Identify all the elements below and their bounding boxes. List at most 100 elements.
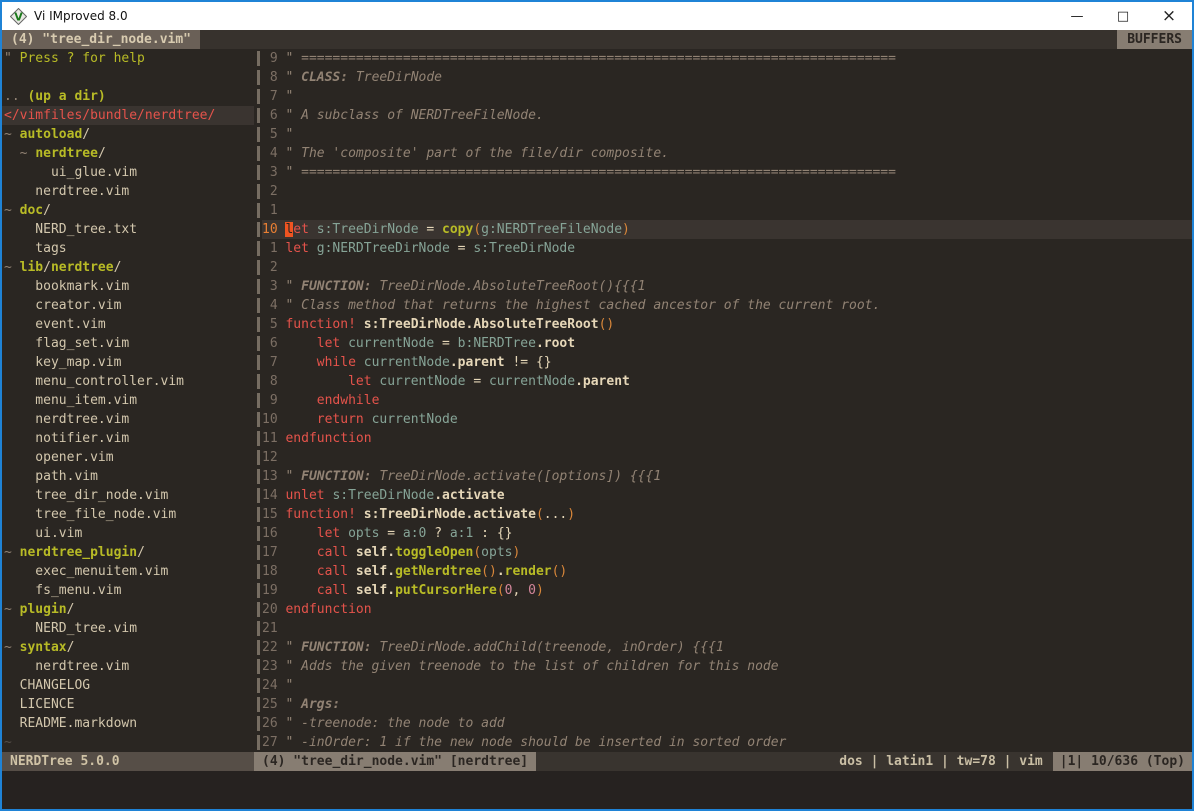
code-line[interactable]: 23" Adds the given treenode to the list … bbox=[262, 657, 1192, 676]
text-segment: exec_menuitem.vim bbox=[4, 564, 168, 579]
tree-item[interactable]: nerdtree.vim bbox=[2, 182, 254, 201]
text-segment: LICENCE bbox=[4, 697, 74, 712]
tree-item[interactable]: LICENCE bbox=[2, 695, 254, 714]
tree-item[interactable]: ~ syntax/ bbox=[2, 638, 254, 657]
code-line[interactable]: 7" bbox=[262, 87, 1192, 106]
tree-item[interactable]: ui.vim bbox=[2, 524, 254, 543]
code-line[interactable]: 10let s:TreeDirNode = copy(g:NERDTreeFil… bbox=[262, 220, 1192, 239]
text-segment: nerdtree.vim bbox=[4, 412, 129, 427]
code-line[interactable]: 5function! s:TreeDirNode.AbsoluteTreeRoo… bbox=[262, 315, 1192, 334]
text-segment: ~ bbox=[4, 127, 20, 142]
tree-item[interactable]: nerdtree.vim bbox=[2, 657, 254, 676]
nerdtree-panel: " Press ? for help .. (up a dir)</vimfile… bbox=[2, 49, 254, 752]
code-line[interactable]: 9 endwhile bbox=[262, 391, 1192, 410]
code-line[interactable]: 16 let opts = a:0 ? a:1 : {} bbox=[262, 524, 1192, 543]
code-line[interactable]: 10 return currentNode bbox=[262, 410, 1192, 429]
tree-item[interactable]: ~ nerdtree_plugin/ bbox=[2, 543, 254, 562]
tree-item[interactable]: bookmark.vim bbox=[2, 277, 254, 296]
code-line[interactable]: 17 call self.toggleOpen(opts) bbox=[262, 543, 1192, 562]
code-line[interactable]: 6" A subclass of NERDTreeFileNode. bbox=[262, 106, 1192, 125]
code-line[interactable]: 24" bbox=[262, 676, 1192, 695]
tab-tree-dir-node[interactable]: (4) "tree_dir_node.vim" bbox=[2, 30, 200, 49]
code-line[interactable]: 4" Class method that returns the highest… bbox=[262, 296, 1192, 315]
tree-item[interactable]: creator.vim bbox=[2, 296, 254, 315]
text-segment: " ======================================… bbox=[285, 165, 895, 180]
maximize-button[interactable]: □ bbox=[1100, 2, 1146, 30]
code-line[interactable]: 21 bbox=[262, 619, 1192, 638]
text-segment: creator.vim bbox=[4, 298, 121, 313]
tree-item[interactable]: ui_glue.vim bbox=[2, 163, 254, 182]
tree-item[interactable]: .. (up a dir) bbox=[2, 87, 254, 106]
text-segment: : {} bbox=[473, 526, 512, 541]
text-segment bbox=[364, 412, 372, 427]
code-line[interactable]: 8 let currentNode = currentNode.parent bbox=[262, 372, 1192, 391]
code-line[interactable]: 12 bbox=[262, 448, 1192, 467]
tabline: (4) "tree_dir_node.vim" BUFFERS bbox=[2, 30, 1192, 49]
code-line[interactable]: 1 bbox=[262, 201, 1192, 220]
tree-item[interactable]: NERD_tree.txt bbox=[2, 220, 254, 239]
tree-item[interactable]: menu_controller.vim bbox=[2, 372, 254, 391]
tree-item[interactable]: event.vim bbox=[2, 315, 254, 334]
tree-item[interactable]: flag_set.vim bbox=[2, 334, 254, 353]
tree-item[interactable]: tree_dir_node.vim bbox=[2, 486, 254, 505]
code-line[interactable]: 15function! s:TreeDirNode.activate(...) bbox=[262, 505, 1192, 524]
code-line[interactable]: 18 call self.getNerdtree().render() bbox=[262, 562, 1192, 581]
tree-item[interactable]: CHANGELOG bbox=[2, 676, 254, 695]
code-line[interactable]: 22" FUNCTION: TreeDirNode.addChild(treen… bbox=[262, 638, 1192, 657]
window-separator[interactable] bbox=[254, 49, 262, 752]
code-line[interactable]: 9" =====================================… bbox=[262, 49, 1192, 68]
code-line[interactable]: 1let g:NERDTreeDirNode = s:TreeDirNode bbox=[262, 239, 1192, 258]
tree-item[interactable]: ~ doc/ bbox=[2, 201, 254, 220]
tree-item[interactable]: README.markdown bbox=[2, 714, 254, 733]
tree-item[interactable]: ~ nerdtree/ bbox=[2, 144, 254, 163]
code-line[interactable]: 11endfunction bbox=[262, 429, 1192, 448]
line-number: 4 bbox=[262, 296, 285, 315]
text-segment: fs_menu.vim bbox=[4, 583, 121, 598]
tree-item[interactable]: path.vim bbox=[2, 467, 254, 486]
text-segment: / bbox=[137, 545, 145, 560]
tree-item[interactable]: " Press ? for help bbox=[2, 49, 254, 68]
code-line[interactable]: 8" CLASS: TreeDirNode bbox=[262, 68, 1192, 87]
code-line[interactable]: 27" -inOrder: 1 if the new node should b… bbox=[262, 733, 1192, 752]
code-line[interactable]: 6 let currentNode = b:NERDTree.root bbox=[262, 334, 1192, 353]
tree-item[interactable]: tree_file_node.vim bbox=[2, 505, 254, 524]
text-segment: nerdtree.vim bbox=[4, 184, 129, 199]
tree-item[interactable]: </vimfiles/bundle/nerdtree/ bbox=[2, 106, 254, 125]
code-line[interactable]: 3" FUNCTION: TreeDirNode.AbsoluteTreeRoo… bbox=[262, 277, 1192, 296]
tree-item[interactable]: notifier.vim bbox=[2, 429, 254, 448]
code-line[interactable]: 2 bbox=[262, 258, 1192, 277]
tree-item[interactable]: ~ bbox=[2, 733, 254, 752]
tree-item[interactable]: ~ lib/nerdtree/ bbox=[2, 258, 254, 277]
text-segment: syntax bbox=[20, 640, 67, 655]
text-segment: ~ bbox=[4, 640, 20, 655]
tree-item[interactable]: ~ autoload/ bbox=[2, 125, 254, 144]
tree-item[interactable]: NERD_tree.vim bbox=[2, 619, 254, 638]
text-segment: ( bbox=[536, 507, 544, 522]
text-segment: putCursorHere bbox=[395, 583, 497, 598]
tree-item[interactable]: key_map.vim bbox=[2, 353, 254, 372]
code-line[interactable]: 4" The 'composite' part of the file/dir … bbox=[262, 144, 1192, 163]
code-line[interactable]: 5" bbox=[262, 125, 1192, 144]
tree-item[interactable]: nerdtree.vim bbox=[2, 410, 254, 429]
code-line[interactable]: 25" Args: bbox=[262, 695, 1192, 714]
line-number: 2 bbox=[262, 258, 285, 277]
tree-item[interactable]: exec_menuitem.vim bbox=[2, 562, 254, 581]
tree-item[interactable]: tags bbox=[2, 239, 254, 258]
tree-item[interactable]: fs_menu.vim bbox=[2, 581, 254, 600]
minimize-button[interactable]: — bbox=[1054, 2, 1100, 30]
close-button[interactable]: × bbox=[1146, 2, 1192, 30]
code-line[interactable]: 3" =====================================… bbox=[262, 163, 1192, 182]
code-line[interactable]: 2 bbox=[262, 182, 1192, 201]
code-line[interactable]: 14unlet s:TreeDirNode.activate bbox=[262, 486, 1192, 505]
code-line[interactable]: 20endfunction bbox=[262, 600, 1192, 619]
code-line[interactable]: 19 call self.putCursorHere(0, 0) bbox=[262, 581, 1192, 600]
text-segment: opener.vim bbox=[4, 450, 114, 465]
code-line[interactable]: 13" FUNCTION: TreeDirNode.activate([opti… bbox=[262, 467, 1192, 486]
code-line[interactable]: 7 while currentNode.parent != {} bbox=[262, 353, 1192, 372]
tree-item[interactable]: opener.vim bbox=[2, 448, 254, 467]
text-segment: / bbox=[82, 127, 90, 142]
tree-item[interactable]: menu_item.vim bbox=[2, 391, 254, 410]
code-line[interactable]: 26" -treenode: the node to add bbox=[262, 714, 1192, 733]
tree-item[interactable] bbox=[2, 68, 254, 87]
tree-item[interactable]: ~ plugin/ bbox=[2, 600, 254, 619]
